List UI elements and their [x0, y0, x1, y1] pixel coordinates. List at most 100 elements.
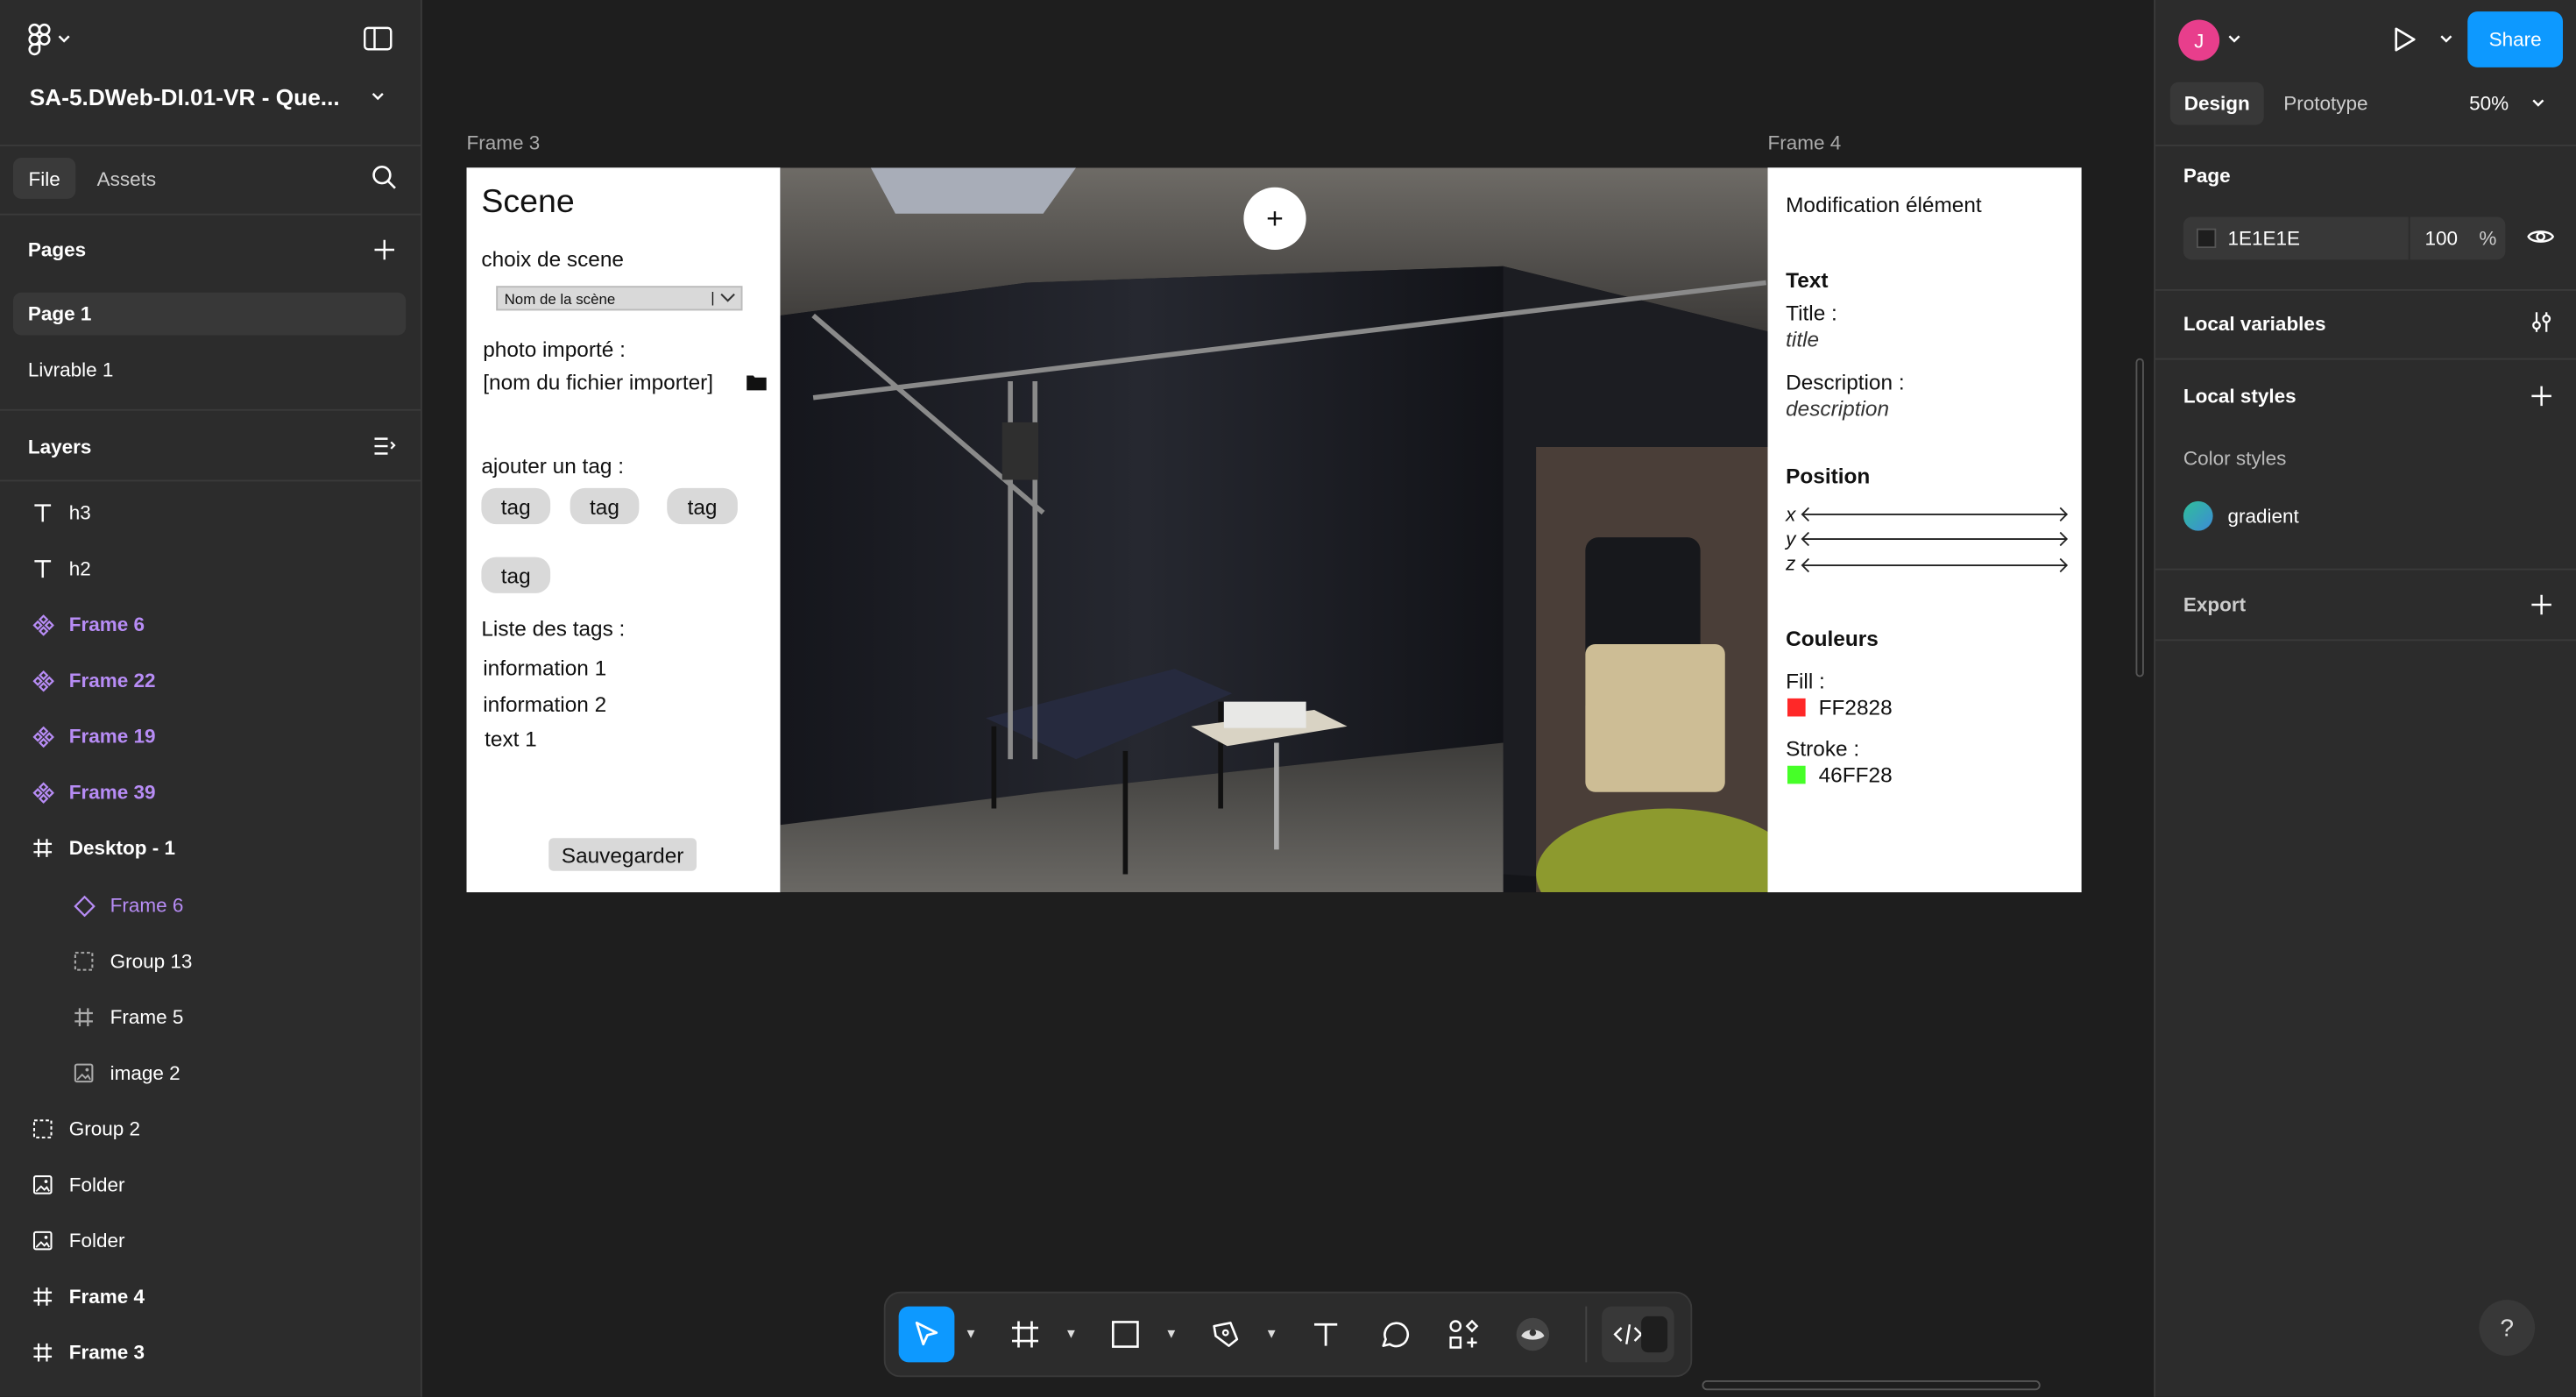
avatar[interactable]: J	[2178, 19, 2220, 61]
tag-chip[interactable]: tag	[481, 557, 551, 593]
cursor-icon	[912, 1320, 942, 1350]
axis-z-slider[interactable]	[1801, 557, 2069, 574]
axis-y-slider[interactable]	[1801, 531, 2069, 548]
page-item-livrable-1[interactable]: Livrable 1	[28, 349, 114, 392]
tab-assets[interactable]: Assets	[97, 158, 157, 199]
layer-item-image-2[interactable]: image 2	[0, 1046, 421, 1102]
layer-item-group-2[interactable]: Group 2	[0, 1101, 421, 1157]
tab-prototype[interactable]: Prototype	[2283, 82, 2367, 125]
page-item-page-1[interactable]: Page 1	[13, 292, 407, 336]
main-menu-button[interactable]	[28, 23, 71, 56]
plugin-icon	[1515, 1316, 1551, 1352]
page-color-swatch[interactable]	[2196, 228, 2217, 249]
style-item-gradient[interactable]: gradient	[2183, 500, 2299, 531]
tab-prototype-label: Prototype	[2283, 92, 2368, 116]
frame-4-label[interactable]: Frame 4	[1768, 131, 1842, 154]
eye-icon[interactable]	[2527, 227, 2555, 247]
layer-item-frame-39[interactable]: Frame 39	[0, 764, 421, 820]
chevron-down-icon[interactable]: ▼	[1065, 1326, 1078, 1341]
text-icon	[1311, 1320, 1341, 1350]
dev-mode-toggle[interactable]	[1602, 1306, 1674, 1363]
sidebar-toggle-icon[interactable]	[363, 26, 393, 51]
layer-item-folder[interactable]: Folder	[0, 1157, 421, 1213]
fill-value[interactable]: FF2828	[1819, 695, 1893, 720]
layer-item-frame-19[interactable]: Frame 19	[0, 708, 421, 764]
share-button[interactable]: Share	[2467, 11, 2563, 67]
layer-item-frame-22[interactable]: Frame 22	[0, 652, 421, 708]
frame-tool-button[interactable]	[997, 1307, 1053, 1363]
page-color-field[interactable]: 1E1E1E 100 %	[2183, 216, 2506, 260]
layer-item-h3[interactable]: h3	[0, 485, 421, 541]
layers-list-icon[interactable]	[373, 436, 396, 457]
save-button[interactable]: Sauvegarder	[548, 838, 697, 871]
layer-label: Group 2	[68, 1117, 141, 1141]
chevron-down-icon[interactable]	[2439, 34, 2452, 44]
add-style-icon[interactable]	[2530, 385, 2553, 408]
text-header: Text	[1786, 267, 1829, 293]
group-icon	[67, 945, 101, 978]
chevron-down-icon[interactable]: ▼	[1265, 1326, 1278, 1341]
chevron-down-icon[interactable]	[2228, 34, 2241, 44]
frame-icon	[26, 1336, 60, 1369]
tag-chip[interactable]: tag	[667, 487, 738, 525]
tab-design[interactable]: Design	[2169, 82, 2264, 125]
add-hotspot-button[interactable]: +	[1243, 187, 1306, 250]
text-tool-button[interactable]	[1298, 1307, 1354, 1363]
play-icon[interactable]	[2394, 26, 2417, 53]
canvas[interactable]: Frame 3 Frame 4 Scene choix de scene Nom…	[421, 0, 2155, 1397]
local-variables-header[interactable]: Local variables	[2183, 312, 2326, 335]
vertical-scrollbar[interactable]	[2135, 358, 2144, 677]
share-button-label: Share	[2488, 27, 2542, 52]
search-icon[interactable]	[372, 165, 398, 191]
frame-3-label[interactable]: Frame 3	[467, 131, 541, 154]
horizontal-scrollbar[interactable]	[1702, 1380, 2041, 1391]
toggle-knob	[1641, 1315, 1668, 1353]
scene-select[interactable]: Nom de la scène |	[496, 286, 743, 311]
add-export-icon[interactable]	[2530, 593, 2553, 616]
frame-4[interactable]: Modification élément Text Title : title …	[1767, 167, 2082, 893]
stroke-value[interactable]: 46FF28	[1819, 762, 1893, 787]
file-title[interactable]: SA-5.DWeb-DI.01-VR - Que...	[30, 81, 340, 114]
actions-tool-button[interactable]	[1436, 1307, 1492, 1363]
layer-item-h2[interactable]: h2	[0, 541, 421, 597]
chevron-down-icon[interactable]	[372, 92, 385, 102]
layer-label: Group 13	[110, 949, 193, 973]
layer-item-frame-4[interactable]: Frame 4	[0, 1269, 421, 1325]
move-tool-button[interactable]	[898, 1306, 955, 1363]
help-button[interactable]: ?	[2479, 1300, 2536, 1356]
chevron-down-icon	[719, 293, 736, 304]
plugin-avatar-button[interactable]	[1505, 1307, 1561, 1363]
add-page-icon[interactable]	[373, 238, 396, 261]
pen-tool-button[interactable]	[1198, 1307, 1254, 1363]
tag-chip[interactable]: tag	[570, 487, 640, 525]
gradient-swatch	[2183, 500, 2213, 531]
zoom-dropdown[interactable]: 50%	[2469, 82, 2544, 125]
folder-icon[interactable]	[746, 373, 767, 392]
title-value[interactable]: title	[1786, 327, 1819, 351]
layer-item-frame-5[interactable]: Frame 5	[0, 989, 421, 1046]
layer-item-folder[interactable]: Folder	[0, 1213, 421, 1269]
chevron-down-icon[interactable]: ▼	[965, 1326, 978, 1341]
comment-tool-button[interactable]	[1367, 1307, 1423, 1363]
stroke-swatch[interactable]	[1787, 765, 1806, 784]
local-styles-header: Local styles	[2183, 384, 2296, 408]
fill-swatch[interactable]	[1787, 698, 1806, 717]
tab-file[interactable]: File	[13, 158, 76, 199]
axis-x-slider[interactable]	[1801, 507, 2069, 523]
page-color-value[interactable]: 1E1E1E	[2228, 227, 2301, 250]
description-value[interactable]: description	[1786, 396, 1889, 421]
layer-label: Desktop - 1	[68, 836, 176, 860]
room-photo[interactable]: +	[780, 167, 1770, 893]
chevron-down-icon[interactable]: ▼	[1164, 1326, 1178, 1341]
page-opacity-value[interactable]: 100	[2425, 227, 2459, 250]
layer-item-group-13[interactable]: Group 13	[0, 933, 421, 989]
layer-item-desktop-1[interactable]: Desktop - 1	[0, 820, 421, 876]
shape-tool-button[interactable]	[1098, 1307, 1154, 1363]
layer-item-frame-6[interactable]: Frame 6	[0, 597, 421, 653]
variables-icon[interactable]	[2530, 310, 2553, 333]
layer-item-frame-6-instance[interactable]: Frame 6	[0, 877, 421, 933]
fill-label: Fill :	[1786, 669, 1825, 694]
layer-item-frame-3[interactable]: Frame 3	[0, 1324, 421, 1380]
tag-chip[interactable]: tag	[481, 487, 551, 525]
frame-3[interactable]: Scene choix de scene Nom de la scène | p…	[466, 167, 781, 893]
